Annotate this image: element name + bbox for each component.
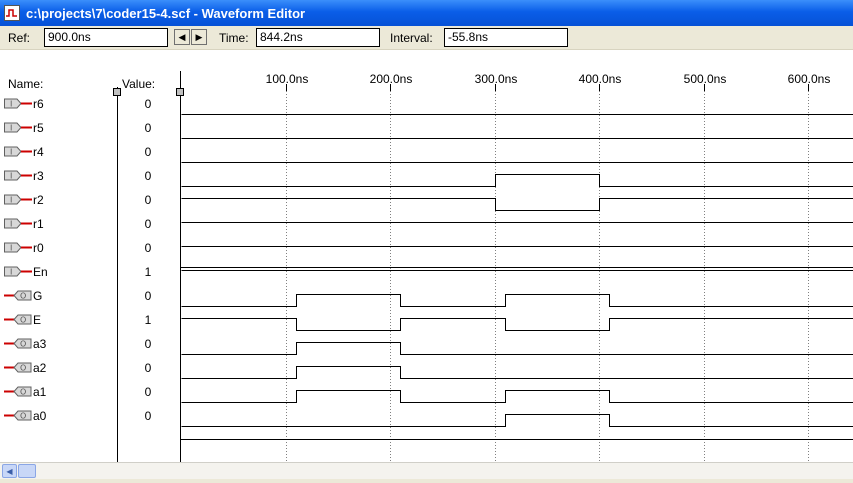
waveform-r2[interactable] xyxy=(181,198,853,211)
arrow-left-icon: ◀ xyxy=(6,466,13,476)
waveform-a0[interactable] xyxy=(181,414,853,427)
title-bar[interactable]: c:\projects\7\coder15-4.scf - Waveform E… xyxy=(0,0,853,26)
waveform-r3[interactable] xyxy=(181,174,853,187)
scroll-thumb[interactable] xyxy=(18,464,36,478)
time-label: Time: xyxy=(219,31,249,45)
ref-label: Ref: xyxy=(8,31,31,45)
waveform-a3[interactable] xyxy=(181,342,853,355)
arrow-left-icon: ◀ xyxy=(178,31,186,42)
waveform-a2[interactable] xyxy=(181,366,853,379)
waveform-editor-app-icon[interactable] xyxy=(4,5,20,21)
waveform-canvas[interactable] xyxy=(0,51,853,462)
waveform-area[interactable]: Name: Value: 100.0ns 200.0ns 300.0ns 400.0n… xyxy=(0,51,853,462)
arrow-right-icon: ▶ xyxy=(195,31,203,42)
horizontal-scrollbar[interactable]: ◀ xyxy=(0,462,853,479)
ref-next-button[interactable]: ▶ xyxy=(191,29,207,45)
waveform-g[interactable] xyxy=(181,294,853,307)
waveform-a1[interactable] xyxy=(181,390,853,403)
time-field[interactable]: 844.2ns xyxy=(256,28,380,47)
interval-field[interactable]: -55.8ns xyxy=(444,28,568,47)
interval-label: Interval: xyxy=(390,31,433,45)
status-strip xyxy=(0,479,853,483)
ref-prev-button[interactable]: ◀ xyxy=(174,29,190,45)
scroll-left-button[interactable]: ◀ xyxy=(2,464,17,478)
window-title: c:\projects\7\coder15-4.scf - Waveform E… xyxy=(26,5,306,21)
ref-field[interactable]: 900.0ns xyxy=(44,28,168,47)
time-toolbar: Ref: 900.0ns ◀ ▶ Time: 844.2ns Interval:… xyxy=(0,26,853,50)
waveform-e[interactable] xyxy=(181,318,853,331)
